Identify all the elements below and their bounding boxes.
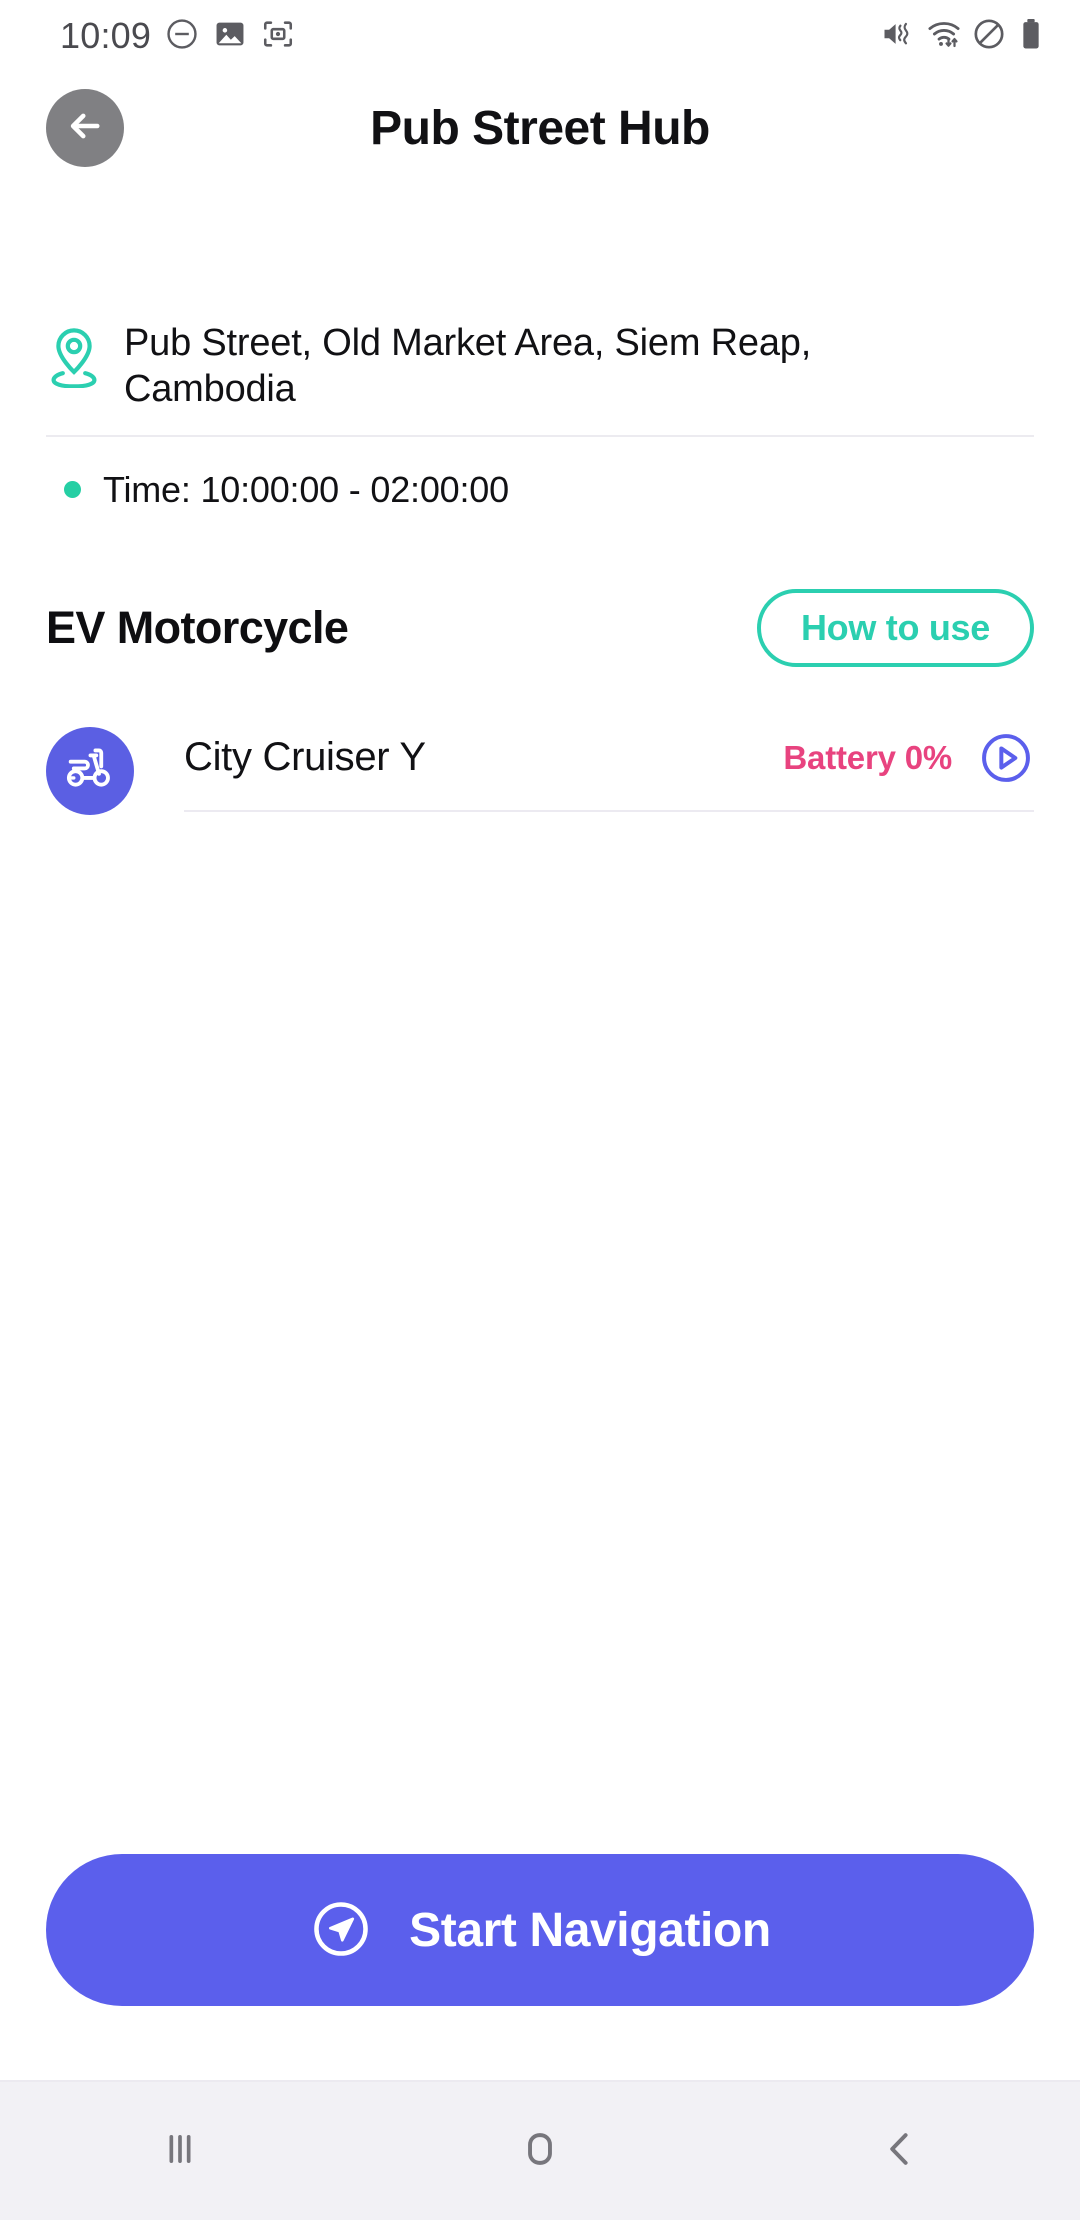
screenshot-image-icon xyxy=(213,17,247,56)
vehicle-list-item[interactable]: City Cruiser Y Battery 0% xyxy=(46,697,1034,815)
mute-vibrate-icon xyxy=(880,16,916,57)
main-content: Pub Street, Old Market Area, Siem Reap, … xyxy=(0,184,1080,1854)
app-screen: 10:09 Pub Street Hub Pub Street, Old Mar… xyxy=(0,0,1080,2220)
back-chevron-icon xyxy=(874,2123,926,2180)
vehicle-name: City Cruiser Y xyxy=(184,735,426,780)
status-bar: 10:09 xyxy=(0,0,1080,72)
nav-back-button[interactable] xyxy=(810,2082,990,2220)
vehicle-row-divider xyxy=(184,809,1034,812)
status-bar-right xyxy=(880,16,1046,57)
scooter-icon xyxy=(63,741,117,800)
system-nav-bar xyxy=(0,2080,1080,2220)
vehicle-summary-line: City Cruiser Y Battery 0% xyxy=(184,730,1034,810)
start-navigation-button[interactable]: Start Navigation xyxy=(46,1854,1034,2006)
home-icon xyxy=(514,2123,566,2180)
status-dot-icon xyxy=(64,481,81,499)
opening-time-row: Time: 10:00:00 - 02:00:00 xyxy=(46,437,1034,545)
battery-full-icon xyxy=(1016,17,1046,56)
opening-time-label: Time: 10:00:00 - 02:00:00 xyxy=(103,468,509,510)
status-bar-clock: 10:09 xyxy=(60,15,152,56)
play-circle-icon[interactable] xyxy=(978,730,1034,786)
vehicle-avatar xyxy=(46,726,134,815)
cta-container: Start Navigation xyxy=(0,1854,1080,2080)
location-address-text: Pub Street, Old Market Area, Siem Reap, … xyxy=(124,322,812,411)
battery-status-badge: Battery 0% xyxy=(783,738,952,776)
screen-capture-icon xyxy=(261,17,295,56)
nav-home-button[interactable] xyxy=(450,2082,630,2220)
back-button[interactable] xyxy=(46,89,124,167)
navigation-arrow-icon xyxy=(309,1897,373,1964)
section-title: EV Motorcycle xyxy=(46,601,349,653)
map-pin-icon xyxy=(46,326,102,393)
vehicle-section-header: EV Motorcycle How to use xyxy=(46,545,1034,697)
do-not-disturb-icon xyxy=(165,17,199,56)
wifi-icon xyxy=(926,16,962,57)
vehicle-status-group: Battery 0% xyxy=(783,730,1034,786)
how-to-use-button[interactable]: How to use xyxy=(756,588,1034,667)
page-title: Pub Street Hub xyxy=(370,101,710,155)
status-bar-left: 10:09 xyxy=(60,15,295,57)
arrow-left-icon xyxy=(64,105,106,152)
recents-icon xyxy=(154,2123,206,2180)
no-entry-icon xyxy=(972,17,1006,56)
app-header: Pub Street Hub xyxy=(0,72,1080,184)
vehicle-details: City Cruiser Y Battery 0% xyxy=(160,730,1034,812)
location-address-row: Pub Street, Old Market Area, Siem Reap, … xyxy=(46,184,1034,435)
start-navigation-label: Start Navigation xyxy=(409,1903,771,1957)
nav-recents-button[interactable] xyxy=(90,2082,270,2220)
